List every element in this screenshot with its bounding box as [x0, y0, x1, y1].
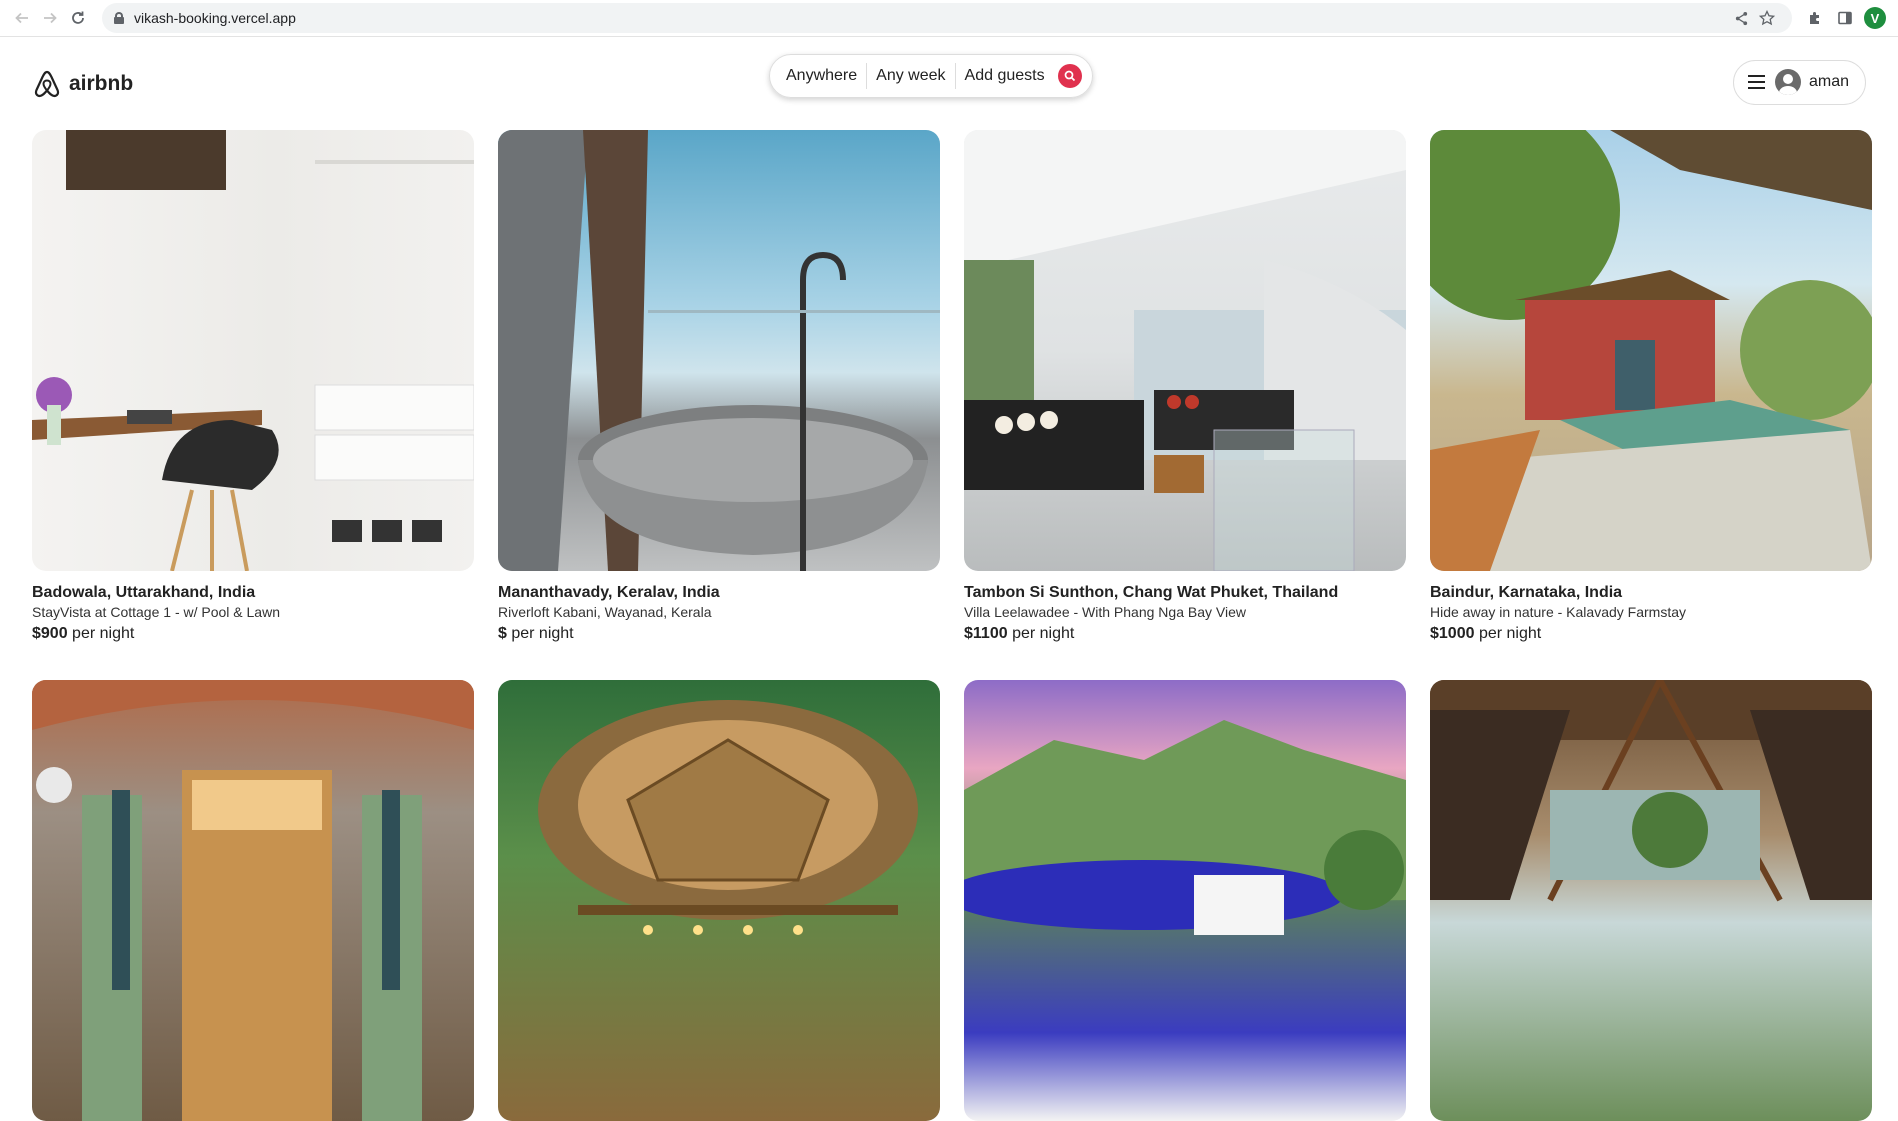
listing-price: $1000 per night: [1430, 622, 1872, 646]
listing-location: Baindur, Karnataka, India: [1430, 584, 1623, 601]
listing-photo[interactable]: [32, 680, 474, 1121]
listings-grid: Badowala, Uttarakhand, India StayVista a…: [32, 130, 1872, 1121]
listing-card[interactable]: [32, 680, 474, 1121]
side-panel-icon[interactable]: [1830, 3, 1860, 33]
search-anywhere-button[interactable]: Anywhere: [786, 67, 866, 85]
extensions-icon[interactable]: [1800, 3, 1830, 33]
listing-card[interactable]: [1430, 680, 1872, 1121]
user-name: aman: [1808, 73, 1849, 90]
lock-icon: [114, 12, 124, 24]
reload-icon[interactable]: [64, 4, 92, 32]
listing-title: Hide away in nature - Kalavady Farmstay: [1430, 604, 1686, 620]
price-value: $: [498, 625, 507, 642]
listing-photo[interactable]: [1430, 680, 1872, 1121]
logo-text: airbnb: [69, 71, 134, 95]
logo[interactable]: airbnb: [33, 69, 133, 99]
airbnb-logo-icon: [34, 70, 60, 97]
price-value: $1100: [964, 625, 1008, 642]
search-button[interactable]: [1057, 64, 1082, 88]
price-value: $1000: [1430, 625, 1475, 642]
listing-title: Riverloft Kabani, Wayanad, Kerala: [498, 604, 712, 620]
user-avatar-icon: [1774, 69, 1801, 95]
listing-card[interactable]: [498, 680, 940, 1121]
address-bar[interactable]: vikash-booking.vercel.app: [102, 3, 1792, 33]
url-text[interactable]: vikash-booking.vercel.app: [134, 10, 296, 26]
listing-card[interactable]: Baindur, Karnataka, India Hide away in n…: [1430, 130, 1872, 680]
listing-photo[interactable]: [964, 680, 1406, 1121]
listing-card[interactable]: [964, 680, 1406, 1121]
share-icon[interactable]: [1728, 5, 1754, 31]
listing-location: Tambon Si Sunthon, Chang Wat Phuket, Tha…: [964, 584, 1339, 601]
forward-arrow-icon[interactable]: [36, 4, 64, 32]
listing-price: $1100 per night: [964, 622, 1406, 646]
user-menu-button[interactable]: aman: [1732, 59, 1866, 105]
listing-card[interactable]: Tambon Si Sunthon, Chang Wat Phuket, Tha…: [964, 130, 1406, 680]
hamburger-icon: [1747, 75, 1765, 89]
search-add-guests-button[interactable]: Add guests: [956, 67, 1054, 85]
listing-location: Badowala, Uttarakhand, India: [32, 584, 256, 601]
search-any-week-button[interactable]: Any week: [867, 67, 954, 85]
price-suffix: per night: [1012, 625, 1075, 642]
price-suffix: per night: [72, 625, 135, 642]
back-arrow-icon[interactable]: [8, 4, 36, 32]
price-suffix: per night: [1478, 625, 1542, 642]
price-suffix: per night: [511, 625, 574, 642]
listing-title: Villa Leelawadee - With Phang Nga Bay Vi…: [964, 604, 1246, 620]
browser-toolbar: vikash-booking.vercel.app V: [0, 0, 1898, 37]
listing-card[interactable]: Mananthavady, Keralav, India Riverloft K…: [498, 130, 940, 680]
listing-photo[interactable]: [964, 130, 1406, 571]
site-header: airbnb Anywhere Any week Add guests aman: [0, 37, 1898, 130]
search-icon: [1064, 70, 1075, 82]
listing-photo[interactable]: [498, 130, 940, 571]
profile-button[interactable]: V: [1860, 3, 1890, 33]
listing-title: StayVista at Cottage 1 - w/ Pool & Lawn: [32, 604, 280, 620]
listing-photo[interactable]: [32, 130, 474, 571]
price-value: $900: [32, 625, 68, 642]
star-icon[interactable]: [1754, 5, 1780, 31]
listing-price: $ per night: [498, 622, 940, 646]
listing-card[interactable]: Badowala, Uttarakhand, India StayVista a…: [32, 130, 474, 680]
listing-photo[interactable]: [1430, 130, 1872, 571]
listing-location: Mananthavady, Keralav, India: [498, 584, 720, 601]
listing-price: $900 per night: [32, 622, 474, 646]
search-bar[interactable]: Anywhere Any week Add guests: [769, 54, 1093, 98]
listing-photo[interactable]: [498, 680, 940, 1121]
profile-avatar: V: [1864, 7, 1886, 29]
